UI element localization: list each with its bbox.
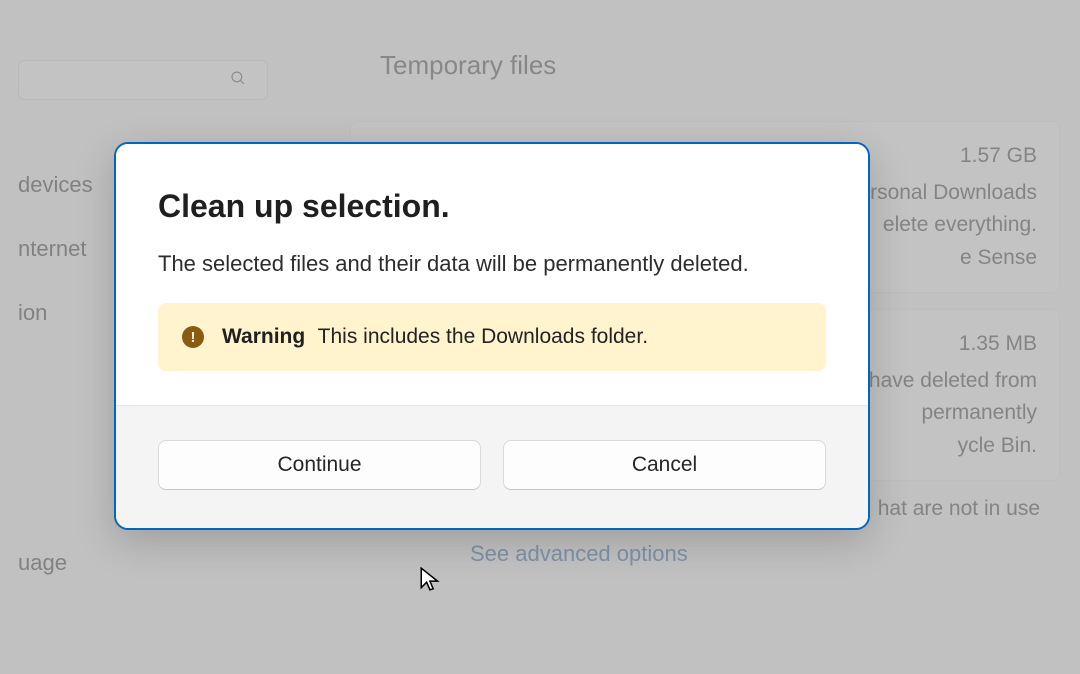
dialog-message: The selected files and their data will b…	[158, 251, 826, 277]
cleanup-dialog: Clean up selection. The selected files a…	[114, 142, 870, 530]
warning-icon: !	[182, 326, 204, 348]
warning-infobar: ! Warning This includes the Downloads fo…	[158, 303, 826, 371]
cancel-button[interactable]: Cancel	[503, 440, 826, 490]
warning-label: Warning	[222, 325, 305, 348]
warning-text: This includes the Downloads folder.	[318, 325, 648, 348]
dialog-footer: Continue Cancel	[116, 405, 868, 528]
continue-button[interactable]: Continue	[158, 440, 481, 490]
dialog-body: Clean up selection. The selected files a…	[116, 144, 868, 405]
dialog-title: Clean up selection.	[158, 188, 826, 225]
